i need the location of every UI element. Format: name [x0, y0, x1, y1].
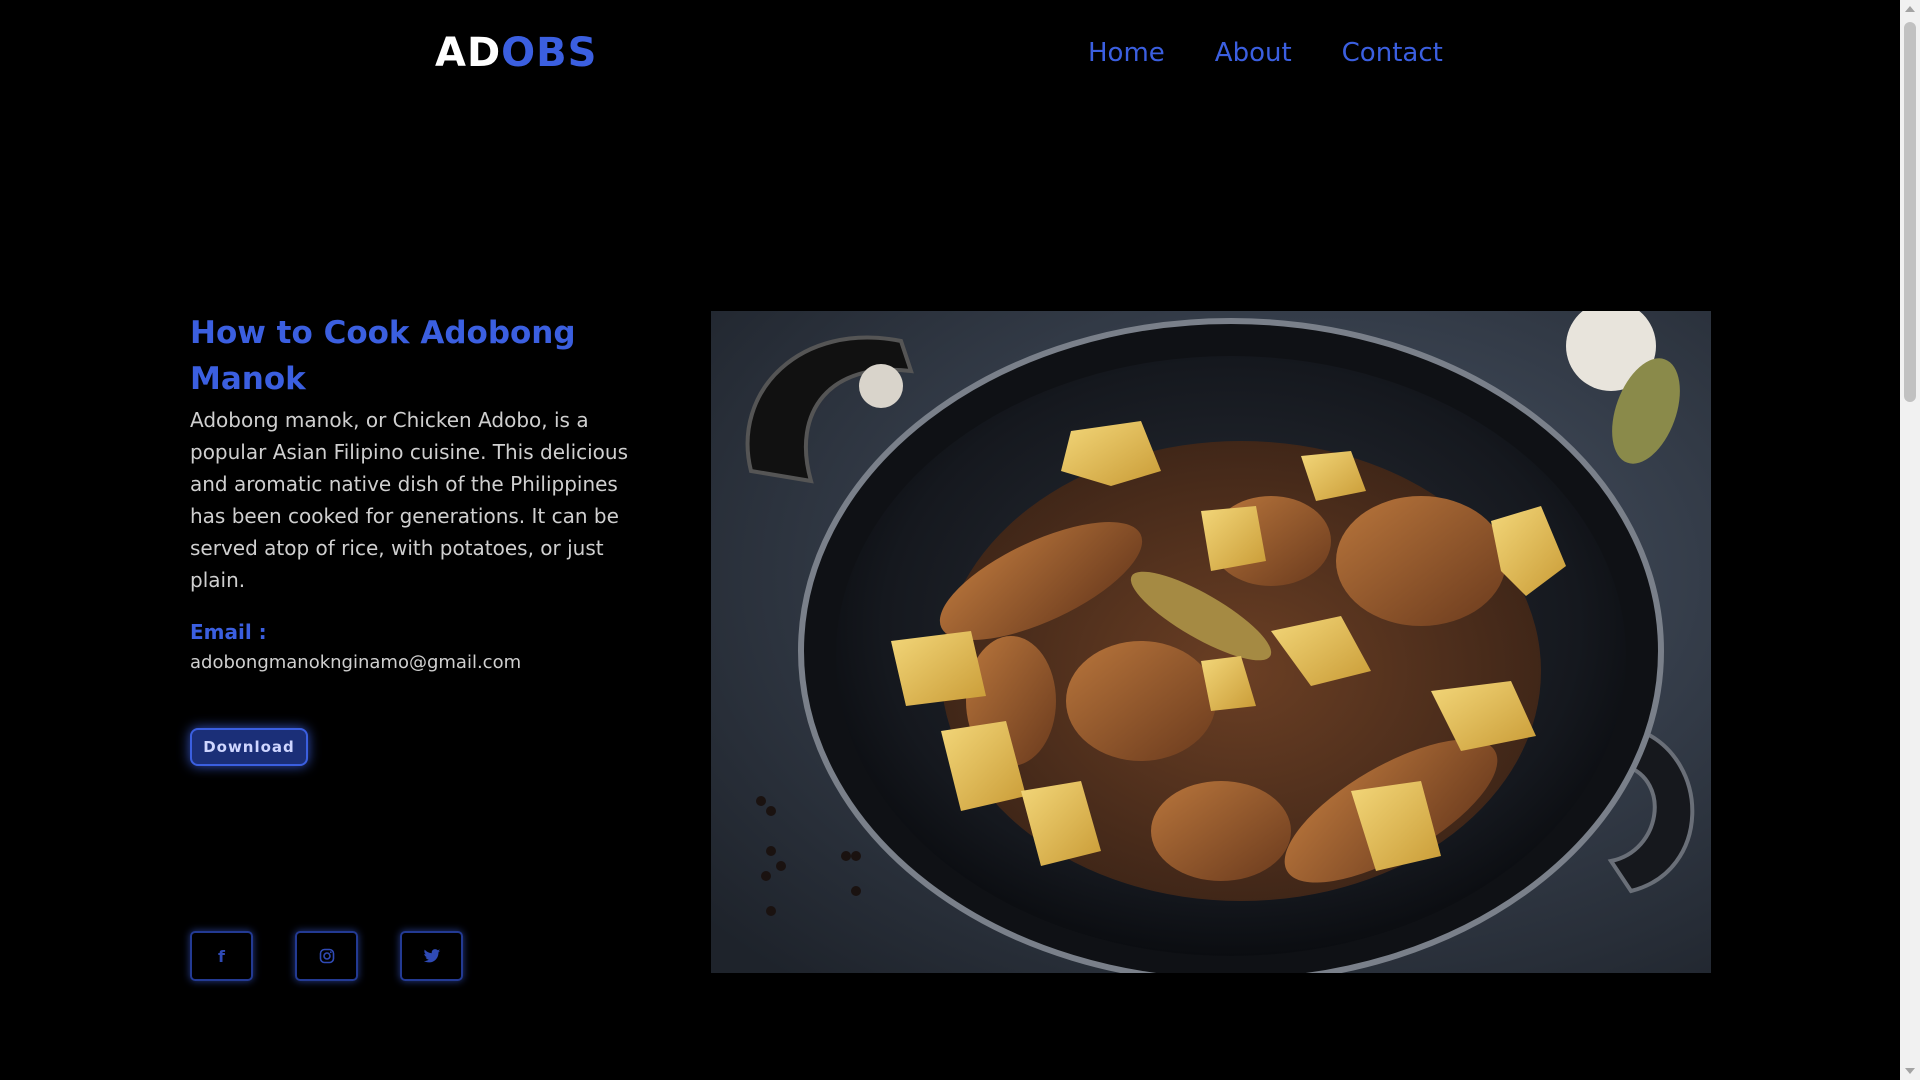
nav-home[interactable]: Home: [1088, 38, 1165, 68]
scroll-down-arrow-icon[interactable]: [1905, 1068, 1915, 1074]
logo-part-2: OBS: [501, 30, 598, 76]
scroll-up-arrow-icon[interactable]: [1905, 6, 1915, 12]
hero-image: [711, 311, 1711, 973]
scrollbar-thumb[interactable]: [1904, 22, 1916, 402]
twitter-button[interactable]: [400, 931, 463, 981]
intro-section: How to Cook Adobong Manok Adobong manok,…: [190, 310, 630, 673]
twitter-icon: [423, 948, 440, 962]
chicken-adobo-image: [711, 311, 1711, 973]
logo[interactable]: ADOBS: [435, 30, 597, 76]
page: ADOBS Home About Contact How to Cook Ado…: [0, 0, 1900, 1080]
facebook-button[interactable]: f: [190, 931, 253, 981]
email-label: Email :: [190, 620, 267, 644]
main-nav: Home About Contact: [1088, 38, 1443, 68]
social-links: f: [190, 931, 463, 981]
facebook-icon: f: [218, 946, 225, 966]
page-title: How to Cook Adobong Manok: [190, 315, 576, 397]
email-value: adobongmanoknginamo@gmail.com: [190, 652, 522, 673]
page-scrollbar[interactable]: [1900, 0, 1920, 1080]
nav-contact[interactable]: Contact: [1342, 38, 1443, 68]
description: Adobong manok, or Chicken Adobo, is a po…: [190, 408, 629, 592]
instagram-button[interactable]: [295, 931, 358, 981]
download-button[interactable]: Download: [190, 728, 308, 766]
instagram-icon: [319, 948, 334, 964]
logo-part-1: AD: [435, 30, 502, 76]
nav-about[interactable]: About: [1215, 38, 1292, 68]
